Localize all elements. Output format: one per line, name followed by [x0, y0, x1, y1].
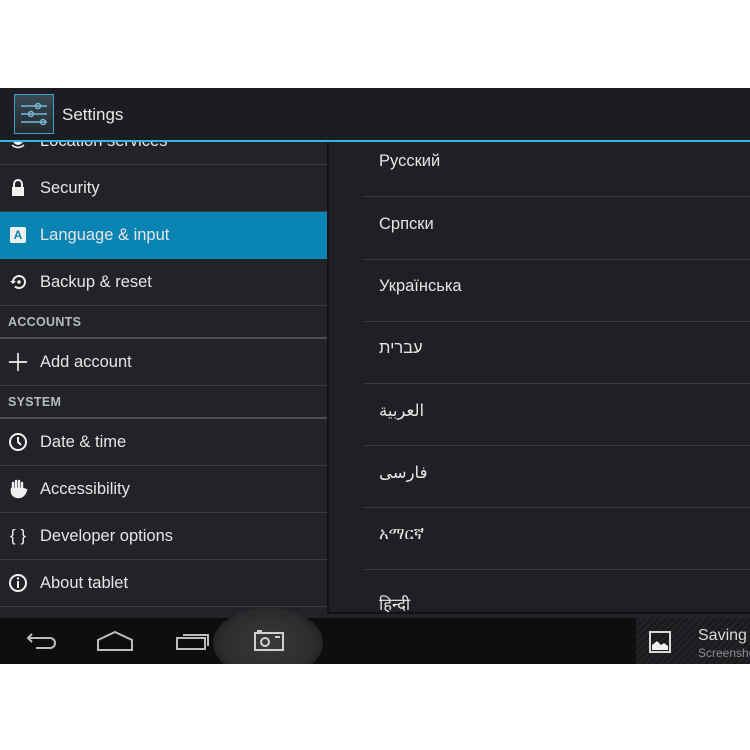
language-item[interactable]: Українська	[364, 259, 750, 322]
sidebar-item-label: Language & input	[40, 226, 170, 244]
android-screen: Settings Location services Security A La…	[0, 88, 750, 664]
sidebar-item-about-tablet[interactable]: About tablet	[0, 560, 327, 607]
action-bar: Settings	[0, 88, 750, 142]
location-icon	[8, 142, 28, 151]
screenshot-button[interactable]	[250, 626, 290, 656]
language-list[interactable]: Русский Српски Українська עברית العربية …	[327, 142, 750, 614]
sidebar-item-add-account[interactable]: Add account	[0, 339, 327, 386]
screenshot-notification[interactable]: Saving screenshot... Screenshot is being…	[636, 618, 750, 664]
language-item[interactable]: עברית	[364, 321, 750, 384]
language-item[interactable]: हिन्दी	[364, 570, 750, 612]
hand-icon	[8, 479, 28, 499]
back-icon	[26, 633, 56, 649]
clock-icon	[8, 432, 28, 452]
settings-sliders-icon[interactable]	[14, 94, 54, 134]
image-icon	[649, 631, 671, 653]
sidebar-item-label: Add account	[40, 353, 132, 371]
language-item[interactable]: Русский	[364, 142, 750, 197]
braces-icon: { }	[9, 526, 27, 545]
notification-subtitle: Screenshot is being saved.	[698, 646, 750, 660]
sidebar-item-label: Date & time	[40, 433, 127, 451]
notification-title: Saving screenshot...	[698, 627, 750, 644]
sidebar-item-label: About tablet	[40, 574, 129, 592]
backup-icon	[8, 272, 28, 292]
language-icon: A	[8, 225, 28, 245]
app-title: Settings	[62, 105, 124, 124]
language-item[interactable]: Српски	[364, 197, 750, 260]
sidebar-item-backup-reset[interactable]: Backup & reset	[0, 259, 327, 306]
recents-icon	[176, 634, 209, 650]
sidebar-item-label: Location services	[40, 142, 167, 151]
recents-button[interactable]	[173, 626, 213, 656]
info-icon	[8, 573, 28, 593]
sidebar-item-location[interactable]: Location services	[0, 142, 327, 165]
sidebar-item-label: Developer options	[40, 527, 173, 545]
language-item[interactable]: አማርኛ	[364, 507, 750, 570]
sidebar-item-developer-options[interactable]: { } Developer options	[0, 513, 327, 560]
section-header-accounts: ACCOUNTS	[0, 306, 327, 339]
camera-icon	[254, 630, 284, 651]
section-header-system: SYSTEM	[0, 386, 327, 419]
sidebar-item-security[interactable]: Security	[0, 165, 327, 212]
back-button[interactable]	[20, 626, 60, 656]
settings-categories: Location services Security A Language & …	[0, 142, 327, 618]
svg-text:A: A	[14, 228, 23, 242]
home-button[interactable]	[95, 626, 135, 656]
sidebar-item-language-input[interactable]: A Language & input	[0, 212, 327, 259]
language-item[interactable]: العربية	[364, 383, 750, 446]
home-icon	[97, 630, 133, 651]
sidebar-item-label: Security	[40, 179, 100, 197]
plus-icon	[8, 352, 28, 372]
language-item[interactable]: فارسی	[364, 445, 750, 508]
sidebar-item-label: Accessibility	[40, 480, 130, 498]
sidebar-item-accessibility[interactable]: Accessibility	[0, 466, 327, 513]
lock-icon	[8, 178, 28, 198]
sidebar-item-date-time[interactable]: Date & time	[0, 419, 327, 466]
sidebar-item-label: Backup & reset	[40, 273, 152, 291]
system-navigation-bar: Saving screenshot... Screenshot is being…	[0, 608, 750, 664]
